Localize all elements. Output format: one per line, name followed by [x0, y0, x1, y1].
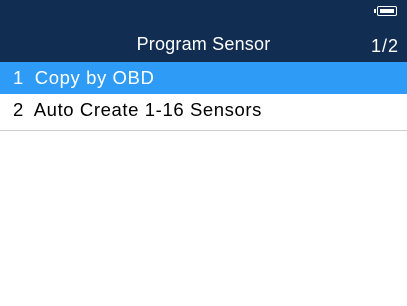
menu-item-number: 2: [13, 99, 24, 120]
menu-item-number: 1: [13, 67, 24, 88]
menu-item-copy-by-obd[interactable]: 1 Copy by OBD: [0, 62, 407, 94]
menu-item-label: Auto Create 1-16 Sensors: [33, 99, 263, 120]
menu-item-label: Copy by OBD: [34, 67, 155, 88]
list-divider: [0, 130, 407, 131]
title-bar: Program Sensor 1/2: [0, 0, 407, 62]
device-screen: Program Sensor 1/2 1 Copy by OBD 2 Auto …: [0, 0, 407, 306]
menu-item-auto-create-sensors[interactable]: 2 Auto Create 1-16 Sensors: [0, 94, 407, 126]
page-indicator: 1/2: [370, 36, 399, 56]
battery-icon: [374, 6, 397, 16]
page-title: Program Sensor: [136, 34, 271, 54]
menu-list: 1 Copy by OBD 2 Auto Create 1-16 Sensors: [0, 62, 407, 126]
